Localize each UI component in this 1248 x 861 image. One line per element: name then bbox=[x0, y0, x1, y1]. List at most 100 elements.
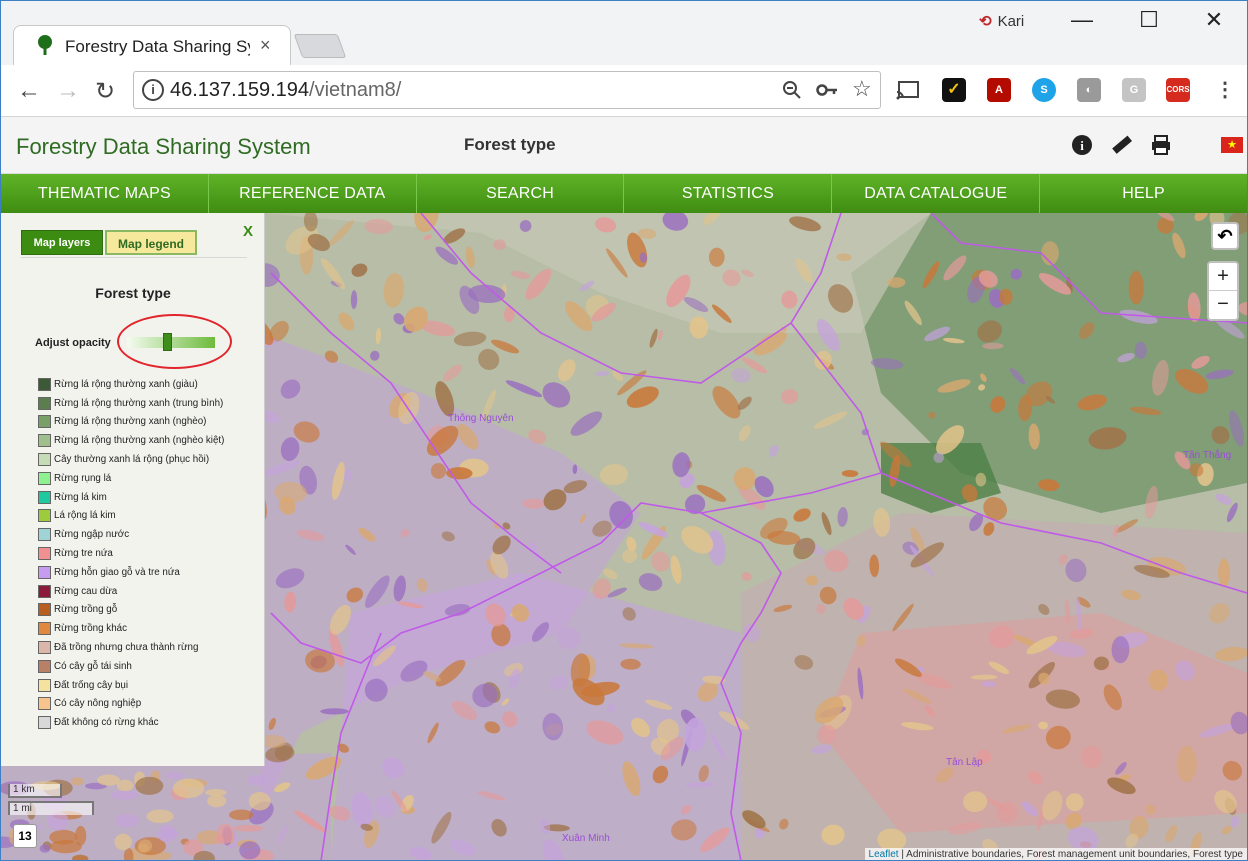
app-title[interactable]: Forestry Data Sharing System bbox=[16, 134, 311, 160]
vietnam-flag-icon[interactable]: ★ bbox=[1221, 137, 1243, 153]
legend-swatch bbox=[38, 471, 51, 485]
legend-label: Rừng lá rộng thường xanh (nghèo) bbox=[54, 416, 207, 428]
nav-help[interactable]: HELP bbox=[1040, 174, 1247, 213]
address-bar[interactable]: i 46.137.159.194/vietnam8/ ☆ bbox=[133, 71, 881, 109]
panel-close-button[interactable]: X bbox=[243, 223, 253, 240]
legend-item: Rừng lá rộng thường xanh (giàu) bbox=[38, 375, 224, 394]
tab-close-icon[interactable]: × bbox=[260, 35, 271, 56]
profile-icon: ⟲ bbox=[979, 13, 992, 30]
app-header: Forestry Data Sharing System Forest type… bbox=[1, 117, 1247, 174]
nav-statistics[interactable]: STATISTICS bbox=[624, 174, 833, 213]
legend-swatch bbox=[38, 490, 51, 504]
browser-window: Forestry Data Sharing Sys × ⟲ Kari — ☐ ✕ … bbox=[0, 0, 1248, 861]
scale-bar-km: 1 km bbox=[8, 784, 62, 798]
legend-swatch bbox=[38, 547, 51, 561]
opacity-label: Adjust opacity bbox=[35, 337, 111, 349]
extension-check-icon[interactable]: ✓ bbox=[942, 78, 966, 102]
tab-map-legend[interactable]: Map legend bbox=[105, 230, 197, 255]
undo-button[interactable]: ↶ bbox=[1211, 222, 1239, 250]
legend-item: Rừng lá rộng thường xanh (nghèo kiệt) bbox=[38, 431, 224, 450]
legend-swatch bbox=[38, 453, 51, 467]
gray-extension-icon[interactable]: ◐ bbox=[1077, 78, 1101, 102]
legend-label: Đất không có rừng khác bbox=[54, 717, 159, 729]
legend-item: Cây thường xanh lá rộng (phục hồi) bbox=[38, 450, 224, 469]
legend-item: Có cây nông nghiệp bbox=[38, 695, 224, 714]
ruler-icon[interactable] bbox=[1109, 134, 1133, 158]
legend-label: Rừng trồng gỗ bbox=[54, 604, 118, 616]
legend-item: Rừng rụng lá bbox=[38, 469, 224, 488]
legend-item: Đất không có rừng khác bbox=[38, 713, 224, 732]
legend-label: Rừng lá rộng thường xanh (giàu) bbox=[54, 378, 198, 390]
nav-thematic-maps[interactable]: THEMATIC MAPS bbox=[1, 174, 209, 213]
tab-map-layers[interactable]: Map layers bbox=[21, 230, 103, 255]
minimize-button[interactable]: — bbox=[1062, 7, 1102, 33]
legend-item: Rừng lá kim bbox=[38, 488, 224, 507]
legend-swatch bbox=[38, 528, 51, 542]
legend-swatch bbox=[38, 641, 51, 655]
maximize-button[interactable]: ☐ bbox=[1129, 7, 1169, 33]
legend-list: Rừng lá rộng thường xanh (giàu) Rừng lá r… bbox=[38, 375, 224, 732]
zoom-out-button[interactable]: − bbox=[1209, 291, 1237, 319]
info-circle-icon[interactable]: i bbox=[1070, 134, 1094, 158]
legend-item: Rừng lá rộng thường xanh (trung bình) bbox=[38, 394, 224, 413]
skype-extension-icon[interactable]: S bbox=[1032, 78, 1056, 102]
legend-swatch bbox=[38, 415, 51, 429]
tree-icon bbox=[38, 35, 52, 55]
url-host: 46.137.159.194 bbox=[170, 79, 310, 101]
legend-label: Rừng lá rộng thường xanh (trung bình) bbox=[54, 397, 224, 409]
zoom-level-badge: 13 bbox=[13, 824, 37, 848]
place-label: Tân Lập bbox=[946, 757, 983, 768]
zoom-icon[interactable] bbox=[782, 80, 802, 100]
legend-label: Rừng lá kim bbox=[54, 491, 107, 503]
browser-tab[interactable]: Forestry Data Sharing Sys × bbox=[13, 25, 291, 65]
legend-item: Rừng tre nứa bbox=[38, 544, 224, 563]
zoom-control: + − bbox=[1207, 261, 1239, 321]
legend-item: Đất trống cây bụi bbox=[38, 676, 224, 695]
leaflet-link[interactable]: Leaflet bbox=[869, 849, 899, 860]
place-label: Xuân Minh bbox=[562, 833, 610, 844]
scale-bar-mi: 1 mi bbox=[8, 801, 94, 815]
legend-item: Đã trồng nhưng chưa thành rừng bbox=[38, 638, 224, 657]
cast-icon[interactable] bbox=[896, 80, 920, 100]
pdf-extension-icon[interactable]: A bbox=[987, 78, 1011, 102]
star-icon[interactable]: ☆ bbox=[852, 76, 872, 102]
print-icon[interactable] bbox=[1149, 134, 1173, 158]
legend-swatch bbox=[38, 565, 51, 579]
nav-search[interactable]: SEARCH bbox=[417, 174, 625, 213]
legend-label: Đã trồng nhưng chưa thành rừng bbox=[54, 642, 199, 654]
close-window-button[interactable]: ✕ bbox=[1194, 7, 1234, 33]
new-tab-button[interactable] bbox=[293, 34, 347, 58]
legend-swatch bbox=[38, 603, 51, 617]
back-button[interactable]: ← bbox=[17, 77, 41, 105]
legend-item: Rừng hỗn giao gỗ và tre nứa bbox=[38, 563, 224, 582]
url-text: 46.137.159.194/vietnam8/ bbox=[170, 79, 401, 102]
menu-icon[interactable]: ⋮ bbox=[1215, 77, 1235, 102]
legend-swatch bbox=[38, 678, 51, 692]
legend-swatch bbox=[38, 622, 51, 636]
info-icon[interactable]: i bbox=[142, 79, 164, 101]
map-view[interactable]: Thông Nguyên Tân Thắng Tân Lập Xuân Minh… bbox=[1, 213, 1247, 860]
cors-extension-icon[interactable]: CORS bbox=[1166, 78, 1190, 102]
legend-panel: Map layers Map legend X Forest type Adju… bbox=[1, 213, 265, 766]
nav-reference-data[interactable]: REFERENCE DATA bbox=[209, 174, 417, 213]
forward-button[interactable]: → bbox=[56, 77, 80, 105]
legend-label: Rừng cau dừa bbox=[54, 585, 118, 597]
reload-button[interactable]: ↻ bbox=[95, 77, 115, 106]
legend-item: Rừng lá rộng thường xanh (nghèo) bbox=[38, 413, 224, 432]
key-icon[interactable] bbox=[816, 81, 838, 99]
nav-data-catalogue[interactable]: DATA CATALOGUE bbox=[832, 174, 1041, 213]
legend-label: Rừng hỗn giao gỗ và tre nứa bbox=[54, 566, 180, 578]
g-extension-icon[interactable]: G bbox=[1122, 78, 1146, 102]
highlight-circle bbox=[117, 314, 232, 369]
legend-item: Rừng trồng khác bbox=[38, 619, 224, 638]
legend-item: Lá rộng lá kim bbox=[38, 507, 224, 526]
profile-button[interactable]: ⟲ Kari bbox=[979, 12, 1024, 30]
legend-label: Rừng lá rộng thường xanh (nghèo kiệt) bbox=[54, 435, 225, 447]
legend-label: Có cây gỗ tái sinh bbox=[54, 660, 132, 672]
legend-label: Lá rộng lá kim bbox=[54, 510, 116, 522]
attribution-text: | Administrative boundaries, Forest mana… bbox=[898, 849, 1243, 860]
legend-label: Rừng rụng lá bbox=[54, 472, 112, 484]
zoom-in-button[interactable]: + bbox=[1209, 263, 1237, 291]
tab-title: Forestry Data Sharing Sys bbox=[65, 37, 250, 56]
legend-label: Rừng trồng khác bbox=[54, 623, 127, 635]
